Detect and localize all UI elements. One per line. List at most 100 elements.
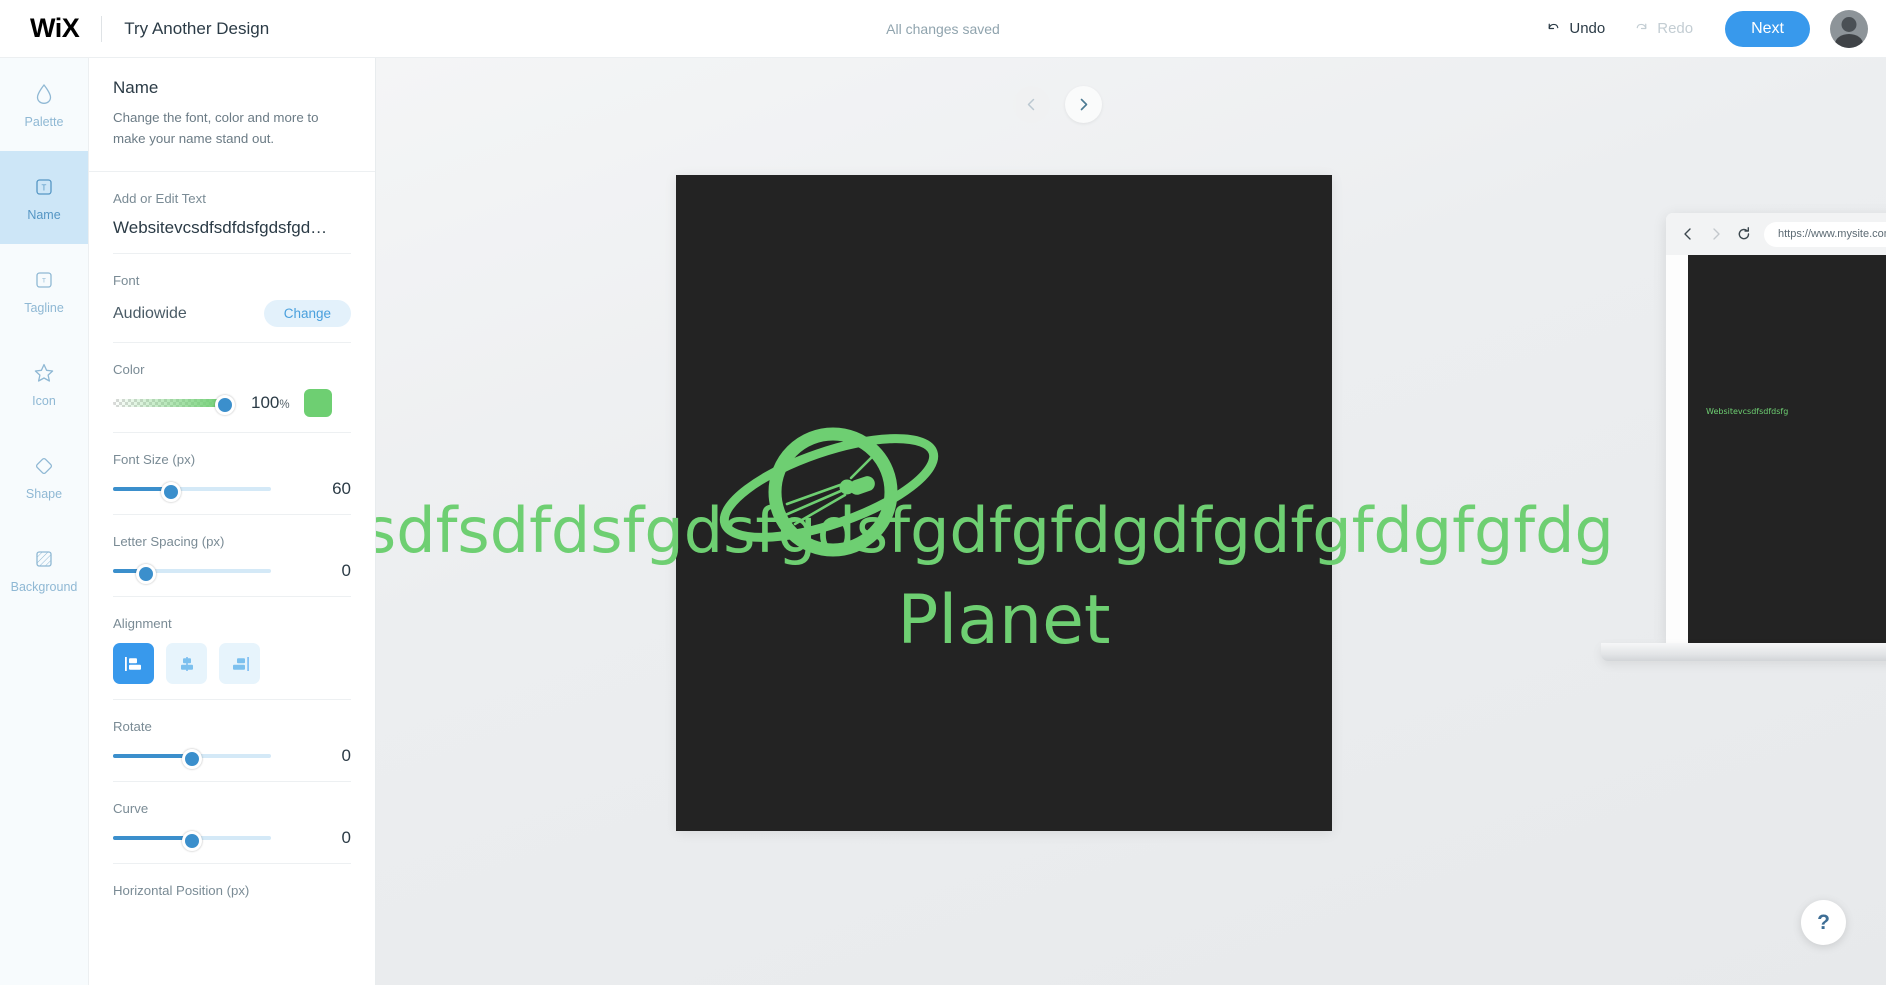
redo-label: Redo <box>1657 20 1694 37</box>
percent-symbol: % <box>279 399 290 412</box>
previous-design-button[interactable] <box>1013 86 1050 123</box>
name-text-input[interactable]: Websitevcsdfsdfdsfgdsfgd… <box>113 218 351 238</box>
next-button[interactable]: Next <box>1725 10 1810 47</box>
align-center-icon <box>180 656 193 671</box>
panel-description: Change the font, color and more to make … <box>113 110 319 146</box>
diamond-icon <box>35 457 53 474</box>
letter-spacing-value: 0 <box>341 561 351 581</box>
chevron-right-icon <box>1080 98 1088 111</box>
logo-secondary-word: Planet <box>897 581 1111 660</box>
change-font-button[interactable]: Change <box>263 300 351 328</box>
sidebar-label: Background <box>10 579 78 594</box>
sidebar-item-background[interactable]: Background <box>0 523 88 616</box>
toolbar-actions: Undo Redo Next <box>1535 9 1868 48</box>
slider-knob[interactable] <box>215 395 235 416</box>
field-font: Font Audiowide Change <box>113 254 351 344</box>
sidebar-item-tagline[interactable]: T Tagline <box>0 244 88 337</box>
logo-name-text: Websitevcsdfsdfdsfgdsfgdsfgdfgfdgdfgdfgf… <box>376 494 1614 567</box>
help-button[interactable]: ? <box>1801 900 1846 945</box>
user-avatar[interactable] <box>1830 9 1868 48</box>
field-color: Color 100% <box>113 343 351 434</box>
align-left-icon <box>124 656 141 671</box>
undo-icon <box>1549 23 1559 30</box>
font-size-slider[interactable] <box>113 481 271 503</box>
field-letter-spacing: Letter Spacing (px) 0 <box>113 515 351 598</box>
color-swatch[interactable] <box>303 389 332 418</box>
letter-spacing-row: 0 <box>113 561 351 585</box>
next-design-button[interactable] <box>1065 86 1102 123</box>
align-right-button[interactable] <box>219 643 260 685</box>
add-edit-text-label: Add or Edit Text <box>113 191 206 207</box>
redo-button[interactable]: Redo <box>1623 14 1703 43</box>
align-left-button[interactable] <box>113 643 154 685</box>
field-font-size: Font Size (px) 60 <box>113 433 351 516</box>
align-center-button[interactable] <box>166 643 207 685</box>
sidebar-item-icon[interactable]: Icon <box>0 337 88 430</box>
chevron-left-icon <box>1027 98 1035 111</box>
font-size-value: 60 <box>332 479 351 499</box>
letter-spacing-slider[interactable] <box>113 563 271 585</box>
preview-canvas: https://www.mysite.com Websitevcsdfsdfds… <box>376 58 1886 985</box>
browser-mini-logo-text: Websitevcsdfsdfdsfg <box>1706 407 1789 416</box>
droplet-icon <box>36 83 52 104</box>
align-right-icon <box>232 656 249 671</box>
slider-knob[interactable] <box>182 831 202 852</box>
color-label: Color <box>113 362 145 378</box>
sidebar-item-shape[interactable]: Shape <box>0 430 88 523</box>
field-horizontal-position: Horizontal Position (px) <box>113 864 351 925</box>
rotate-label: Rotate <box>113 719 152 735</box>
letter-spacing-label: Letter Spacing (px) <box>113 534 225 550</box>
color-opacity-slider[interactable] <box>113 395 235 416</box>
alignment-label: Alignment <box>113 616 172 632</box>
logo-preview-card[interactable]: Websitevcsdfsdfdsfgdsfgdsfgdfgfdgdfgdfgf… <box>376 175 1614 831</box>
alignment-group <box>113 643 351 685</box>
logo-variant-navigation <box>1013 86 1102 123</box>
panel-body: Add or Edit Text Websitevcsdfsdfdsfgdsfg… <box>89 172 375 925</box>
wix-logo[interactable]: WiX <box>30 13 80 44</box>
text-box-small-icon: T <box>36 271 52 288</box>
device-preview-mockup: https://www.mysite.com Websitevcsdfsdfds… <box>1601 213 1886 678</box>
browser-forward-icon[interactable] <box>1708 226 1724 242</box>
slider-knob[interactable] <box>161 482 182 503</box>
hatched-square-icon <box>36 550 52 567</box>
slider-knob[interactable] <box>182 749 202 770</box>
svg-text:T: T <box>42 277 46 284</box>
browser-url-bar[interactable]: https://www.mysite.com <box>1764 221 1886 247</box>
sidebar-item-palette[interactable]: Palette <box>0 58 88 151</box>
text-box-icon: T <box>36 178 52 195</box>
opacity-number: 100 <box>251 393 280 413</box>
panel-header: Name Change the font, color and more to … <box>89 58 375 173</box>
slider-knob[interactable] <box>136 564 157 585</box>
top-toolbar: WiX Try Another Design All changes saved… <box>0 0 1886 58</box>
sidebar-label: Palette <box>24 114 64 129</box>
field-curve: Curve 0 <box>113 782 351 865</box>
rotate-slider[interactable] <box>113 748 271 770</box>
name-settings-panel: Name Change the font, color and more to … <box>89 58 376 985</box>
font-label: Font <box>113 273 140 289</box>
sidebar-label: Shape <box>25 486 63 501</box>
page-title: Name <box>113 78 159 97</box>
font-size-row: 60 <box>113 479 351 503</box>
curve-label: Curve <box>113 801 149 817</box>
svg-text:T: T <box>42 183 47 192</box>
color-opacity-value: 100% <box>251 393 290 413</box>
browser-frame: https://www.mysite.com Websitevcsdfsdfds… <box>1666 213 1886 643</box>
toolbar-divider <box>101 15 103 42</box>
curve-slider[interactable] <box>113 830 271 852</box>
field-rotate: Rotate 0 <box>113 700 351 783</box>
sidebar-item-name[interactable]: T Name <box>0 151 88 244</box>
field-alignment: Alignment <box>113 597 351 701</box>
browser-back-icon[interactable] <box>1680 226 1696 242</box>
field-add-or-edit-text: Add or Edit Text Websitevcsdfsdfdsfgdsfg… <box>113 172 351 255</box>
browser-viewport: Websitevcsdfsdfdsfg <box>1688 255 1886 643</box>
font-size-label: Font Size (px) <box>113 452 196 468</box>
curve-row: 0 <box>113 828 351 852</box>
left-nav-rail: Palette T Name T Tagline Icon Shape Back… <box>0 58 89 985</box>
browser-reload-icon[interactable] <box>1736 226 1752 242</box>
undo-button[interactable]: Undo <box>1535 14 1615 43</box>
planet-orbit-icon <box>719 427 939 557</box>
sidebar-label: Tagline <box>24 300 64 315</box>
rotate-row: 0 <box>113 746 351 770</box>
try-another-design-link[interactable]: Try Another Design <box>124 19 269 39</box>
redo-icon <box>1636 23 1647 30</box>
